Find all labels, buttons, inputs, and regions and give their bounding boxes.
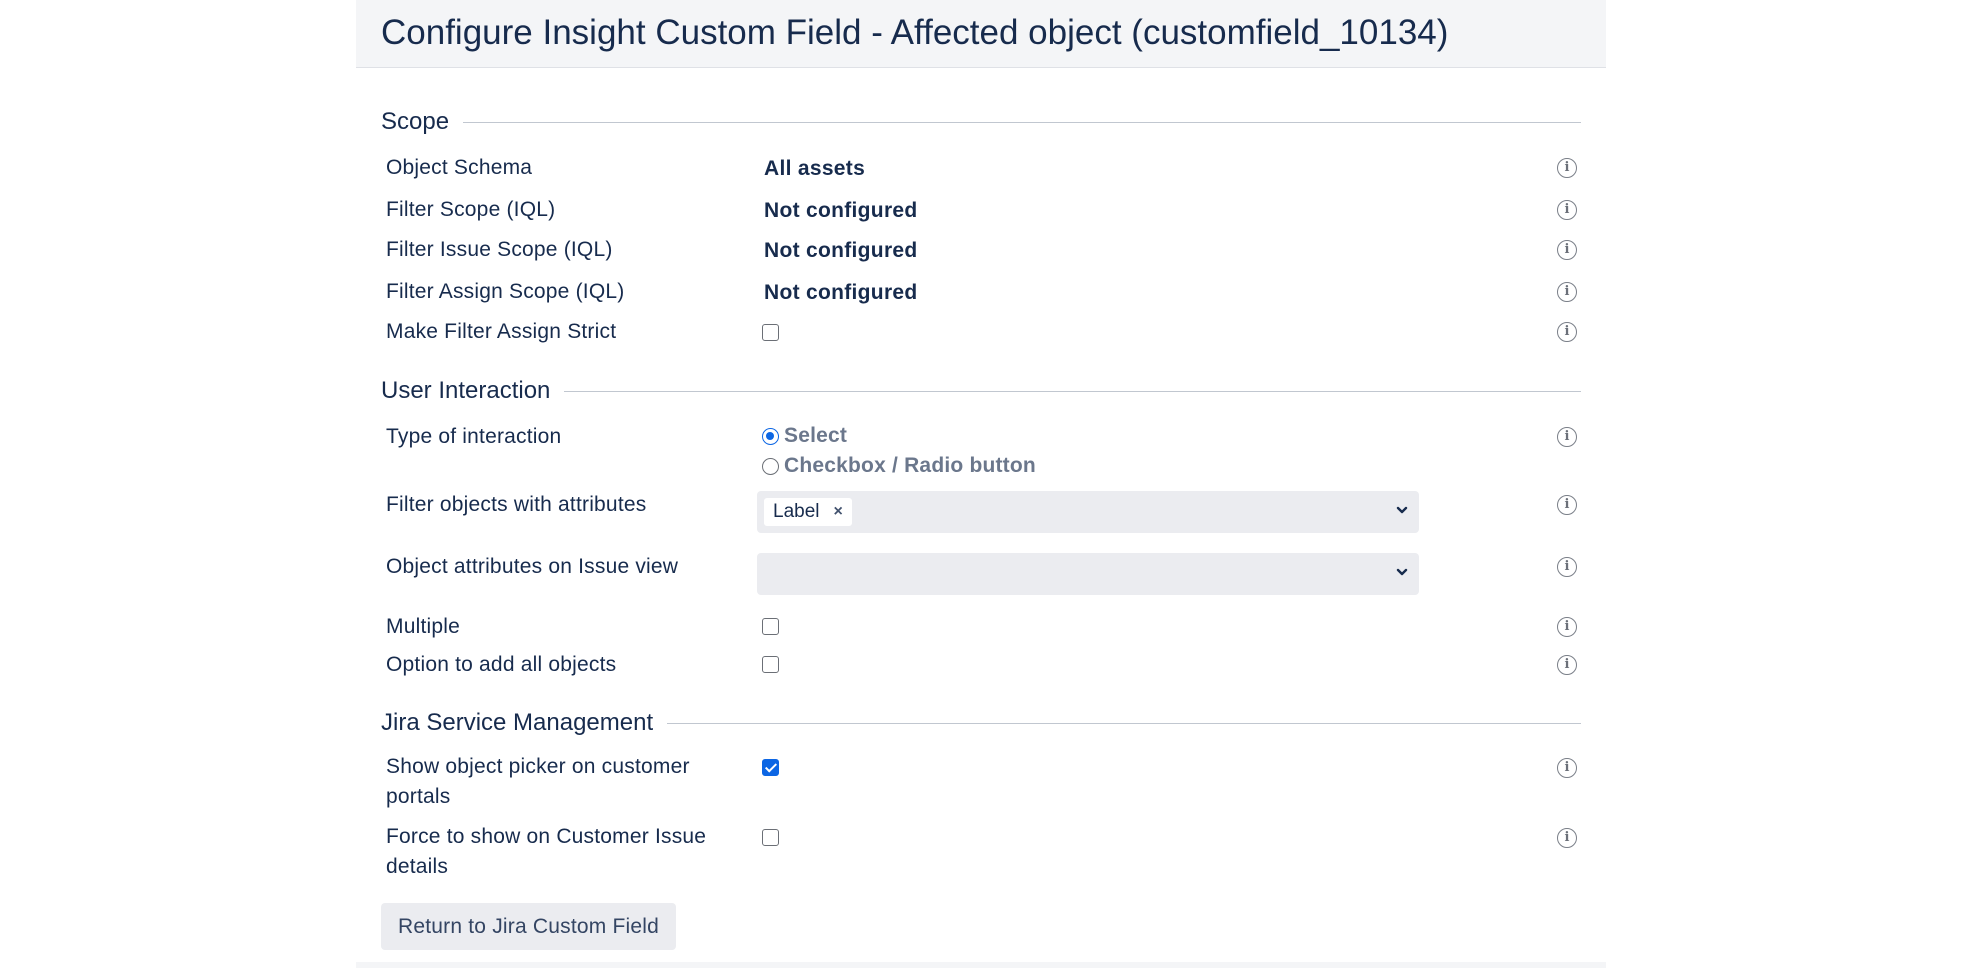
force-show-label: Force to show on Customer Issue details <box>386 825 707 878</box>
radio-checkbox[interactable] <box>762 457 779 475</box>
section-user-interaction: User Interaction <box>381 376 1581 406</box>
page-header: Configure Insight Custom Field - Affecte… <box>356 0 1606 68</box>
show-picker-label: Show object picker on customer portals <box>386 755 690 808</box>
radio-checkbox-label: Checkbox / Radio button <box>784 454 1036 477</box>
section-title: Jira Service Management <box>381 709 654 736</box>
chevron-down-icon[interactable] <box>1395 503 1409 517</box>
info-icon[interactable]: i <box>1557 758 1577 778</box>
tag-label: Label <box>773 501 820 522</box>
filter-scope-label: Filter Scope (IQL) <box>386 198 556 221</box>
info-icon[interactable]: i <box>1557 655 1577 675</box>
filter-issue-scope-label: Filter Issue Scope (IQL) <box>386 238 613 261</box>
add-all-objects-checkbox[interactable] <box>762 656 779 673</box>
object-schema-value: All assets <box>764 157 866 180</box>
multiple-checkbox[interactable] <box>762 618 779 635</box>
issue-view-attributes-select[interactable] <box>757 553 1419 595</box>
force-show-checkbox[interactable] <box>762 829 779 846</box>
show-picker-checkbox[interactable] <box>762 759 779 776</box>
radio-select[interactable] <box>762 427 779 445</box>
info-icon[interactable]: i <box>1557 495 1577 515</box>
multiple-label: Multiple <box>386 615 460 638</box>
section-scope: Scope <box>381 107 1581 137</box>
section-divider <box>667 722 1581 724</box>
info-icon[interactable]: i <box>1557 828 1577 848</box>
section-divider <box>564 390 1581 392</box>
interaction-type-label: Type of interaction <box>386 425 562 448</box>
info-icon[interactable]: i <box>1557 557 1577 577</box>
return-button[interactable]: Return to Jira Custom Field <box>381 903 676 950</box>
info-icon[interactable]: i <box>1557 158 1577 178</box>
info-icon[interactable]: i <box>1557 240 1577 260</box>
filter-scope-value: Not configured <box>764 199 918 222</box>
config-panel: Configure Insight Custom Field - Affecte… <box>356 0 1606 968</box>
footer-bar <box>356 962 1606 968</box>
section-jsm: Jira Service Management <box>381 708 1581 738</box>
section-title: User Interaction <box>381 377 551 404</box>
object-schema-label: Object Schema <box>386 156 533 179</box>
make-filter-strict-label: Make Filter Assign Strict <box>386 320 617 343</box>
page-title: Configure Insight Custom Field - Affecte… <box>381 13 1449 52</box>
info-icon[interactable]: i <box>1557 200 1577 220</box>
info-icon[interactable]: i <box>1557 282 1577 302</box>
section-divider <box>463 121 1581 123</box>
filter-attributes-select[interactable]: Label × <box>757 491 1419 533</box>
add-all-objects-label: Option to add all objects <box>386 653 617 676</box>
info-icon[interactable]: i <box>1557 427 1577 447</box>
filter-assign-scope-value: Not configured <box>764 281 918 304</box>
filter-issue-scope-value: Not configured <box>764 239 918 262</box>
filter-assign-scope-label: Filter Assign Scope (IQL) <box>386 280 625 303</box>
make-filter-strict-checkbox[interactable] <box>762 324 779 341</box>
info-icon[interactable]: i <box>1557 617 1577 637</box>
chevron-down-icon[interactable] <box>1395 565 1409 579</box>
selected-tag: Label × <box>764 498 852 526</box>
radio-option-select[interactable]: Select <box>762 424 847 448</box>
radio-select-label: Select <box>784 424 848 447</box>
issue-view-attributes-label: Object attributes on Issue view <box>386 555 679 578</box>
radio-option-checkbox[interactable]: Checkbox / Radio button <box>762 454 1036 478</box>
section-title: Scope <box>381 108 450 135</box>
remove-tag-icon[interactable]: × <box>834 503 843 521</box>
info-icon[interactable]: i <box>1557 322 1577 342</box>
filter-attributes-label: Filter objects with attributes <box>386 493 647 516</box>
